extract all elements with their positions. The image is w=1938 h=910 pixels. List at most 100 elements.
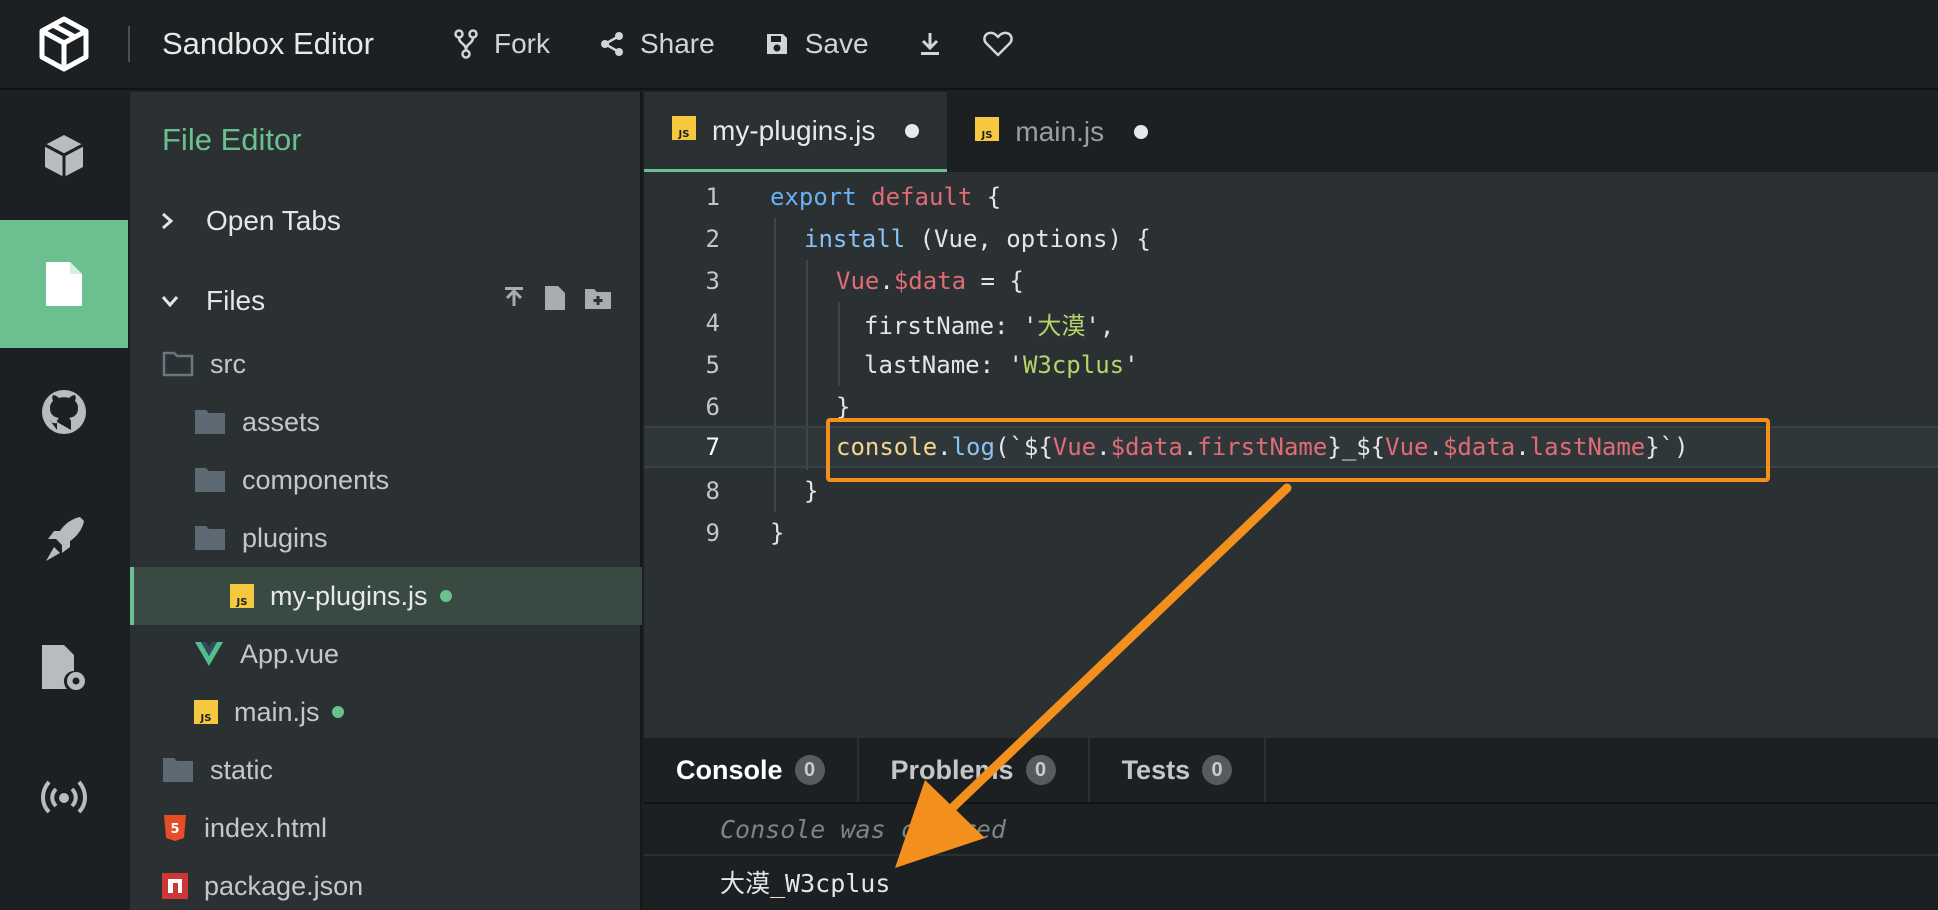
modified-indicator <box>331 706 344 718</box>
share-icon <box>600 32 623 56</box>
download-button[interactable] <box>919 31 941 57</box>
tree-item-label: static <box>210 754 274 785</box>
activity-github[interactable] <box>0 348 128 476</box>
tree-item-label: components <box>242 464 390 495</box>
file-settings-icon <box>42 645 85 690</box>
svg-text:5: 5 <box>170 822 179 837</box>
tree-item-label: App.vue <box>240 638 340 669</box>
broadcast-icon <box>41 780 87 814</box>
line-number: 3 <box>705 267 720 295</box>
save-button[interactable]: Save <box>765 28 869 60</box>
tree-item-app-vue[interactable]: App.vue <box>130 625 642 683</box>
unsaved-dot-icon[interactable] <box>905 123 920 138</box>
panel-title: File Editor <box>162 122 302 157</box>
toolbar-actions: Fork Share Save <box>454 28 1055 60</box>
files-actions <box>502 285 612 318</box>
tree-item-label: plugins <box>242 522 328 553</box>
line-number: 2 <box>705 225 720 253</box>
tree-item-assets[interactable]: assets <box>130 393 642 451</box>
save-label: Save <box>804 28 869 59</box>
github-icon <box>42 390 86 434</box>
tab-my-plugins-js[interactable]: JS my-plugins.js <box>644 92 948 172</box>
code-line: 9 } <box>644 512 1938 554</box>
line-number: 1 <box>705 183 720 211</box>
activity-deploy[interactable] <box>0 476 128 604</box>
tree-item-components[interactable]: components <box>130 451 642 509</box>
folder-icon <box>162 757 194 783</box>
line-number: 7 <box>705 433 720 461</box>
title-divider <box>128 26 130 62</box>
activity-config[interactable] <box>0 604 128 732</box>
line-number: 4 <box>705 309 720 337</box>
tree-item-static[interactable]: static <box>130 741 642 799</box>
code-text: } <box>804 477 819 505</box>
code-line: 5 lastName: 'W3cplus' <box>644 344 1938 386</box>
rocket-icon <box>46 517 84 561</box>
line-number: 8 <box>705 477 720 505</box>
like-button[interactable] <box>982 31 1013 57</box>
console-count-badge: 0 <box>794 755 825 785</box>
code-text: lastName: 'W3cplus' <box>864 351 1139 379</box>
download-icon <box>920 33 939 55</box>
tab-console[interactable]: Console 0 <box>644 738 859 802</box>
tests-count-badge: 0 <box>1202 755 1233 785</box>
code-text: } <box>836 393 851 421</box>
activity-file-editor[interactable] <box>0 220 128 348</box>
unsaved-dot-icon[interactable] <box>1134 125 1149 139</box>
tree-item-main-js[interactable]: JS main.js <box>130 683 642 741</box>
vue-icon <box>194 641 224 667</box>
problems-count-badge: 0 <box>1025 755 1056 785</box>
fork-label: Fork <box>493 28 550 59</box>
tree-item-package-json[interactable]: package.json <box>130 857 642 910</box>
cube-icon <box>44 135 84 177</box>
problems-tab-label: Problems <box>890 754 1014 785</box>
tab-tests[interactable]: Tests 0 <box>1090 738 1267 802</box>
codesandbox-logo-icon[interactable] <box>32 12 96 76</box>
tree-item-plugins[interactable]: plugins <box>130 509 642 567</box>
js-icon: JS <box>672 115 696 147</box>
code-text: export default { <box>770 183 1002 211</box>
activity-project-info[interactable] <box>0 92 128 220</box>
folder-icon <box>194 467 226 493</box>
console-tab-bar: Console 0 Problems 0 Tests 0 <box>644 738 1938 804</box>
files-section[interactable]: Files <box>130 276 642 326</box>
file-editor-panel: File Editor Open Tabs Files src assets c… <box>130 92 642 910</box>
html5-icon: 5 <box>162 814 188 842</box>
open-tabs-label: Open Tabs <box>206 205 341 236</box>
top-bar: Sandbox Editor Fork Share Save <box>0 0 1938 90</box>
code-line: 1 export default { <box>644 176 1938 218</box>
line-number: 5 <box>705 351 720 379</box>
tree-item-index-html[interactable]: 5 index.html <box>130 799 642 857</box>
save-icon <box>766 34 787 54</box>
svg-text:JS: JS <box>200 713 212 724</box>
tab-problems[interactable]: Problems 0 <box>859 738 1090 802</box>
tab-label: my-plugins.js <box>712 114 876 146</box>
tree-item-label: main.js <box>234 696 320 727</box>
share-label: Share <box>639 28 715 59</box>
npm-icon <box>162 873 188 899</box>
tab-label: main.js <box>1015 116 1105 147</box>
upload-file-icon[interactable] <box>502 285 526 317</box>
new-file-icon[interactable] <box>544 285 566 318</box>
tree-item-label: my-plugins.js <box>270 580 428 611</box>
tests-tab-label: Tests <box>1121 754 1191 785</box>
code-text: firstName: '大漠', <box>864 311 1115 340</box>
tree-item-label: index.html <box>204 812 328 843</box>
tree-item-my-plugins-js[interactable]: JS my-plugins.js <box>130 567 642 625</box>
console-output-line: 大漠_W3cplus <box>720 869 891 898</box>
js-icon: JS <box>975 116 1000 148</box>
fork-icon <box>454 29 478 59</box>
console-panel: Console 0 Problems 0 Tests 0 Console was… <box>644 738 1938 910</box>
files-label: Files <box>206 285 266 316</box>
code-line: 4 firstName: '大漠', <box>644 302 1938 344</box>
js-file-icon: JS <box>230 584 254 608</box>
open-tabs-section[interactable]: Open Tabs <box>130 196 642 246</box>
fork-button[interactable]: Fork <box>454 28 550 60</box>
svg-text:JS: JS <box>981 130 993 141</box>
tab-main-js[interactable]: JS main.js <box>947 92 1176 172</box>
activity-live[interactable] <box>0 732 128 860</box>
tree-item-label: assets <box>242 406 321 437</box>
tree-item-src[interactable]: src <box>130 335 642 393</box>
new-folder-icon[interactable] <box>584 285 612 317</box>
share-button[interactable]: Share <box>600 28 715 60</box>
